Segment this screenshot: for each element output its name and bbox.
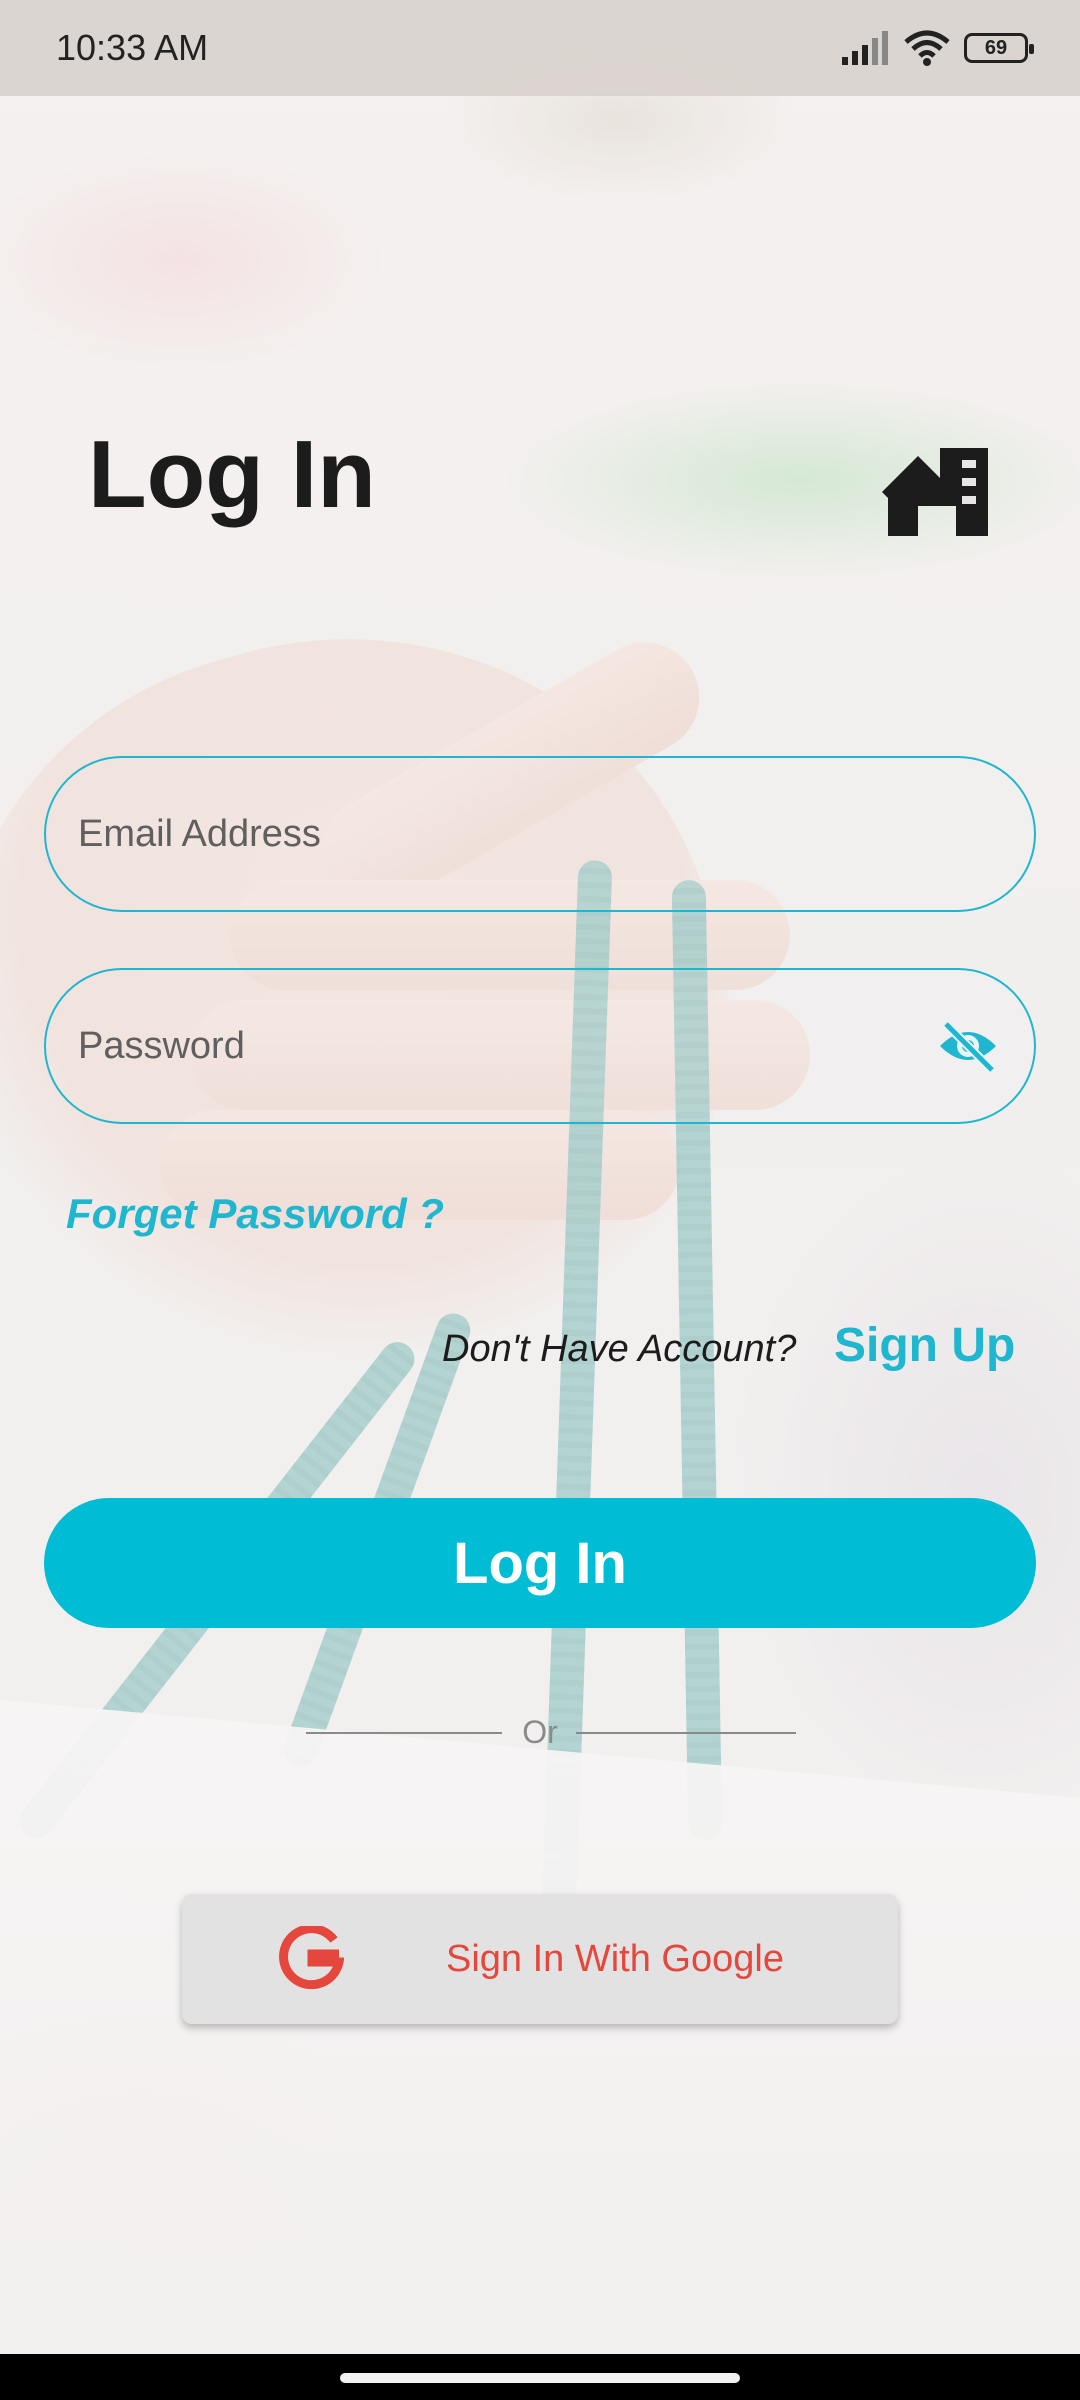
eye-off-icon[interactable] [936, 1018, 1000, 1074]
google-g-icon [279, 1926, 344, 1990]
password-input[interactable] [78, 970, 938, 1122]
status-icons: 69 [840, 30, 1034, 66]
no-account-text: Don't Have Account? [442, 1328, 797, 1370]
login-button[interactable]: Log In [44, 1498, 1036, 1628]
divider-line-left [306, 1732, 502, 1734]
status-bar: 10:33 AM 69 [0, 0, 1080, 96]
signal-icon [842, 31, 888, 65]
or-divider-text: Or [522, 1714, 558, 1750]
battery-level: 69 [984, 36, 1008, 59]
page-title: Log In [88, 421, 376, 528]
forgot-password-link[interactable]: Forget Password ? [66, 1190, 444, 1238]
password-field[interactable] [44, 968, 1036, 1124]
divider-line-right [576, 1732, 796, 1734]
status-time: 10:33 AM [56, 27, 209, 68]
wifi-icon [904, 30, 950, 66]
email-input[interactable] [78, 758, 938, 910]
house-store-icon [882, 448, 988, 536]
home-indicator[interactable] [340, 2373, 740, 2383]
sign-up-link[interactable]: Sign Up [834, 1318, 1015, 1373]
battery-icon: 69 [964, 33, 1034, 63]
google-sign-in-button[interactable]: Sign In With Google [182, 1894, 898, 2024]
email-field[interactable] [44, 756, 1036, 912]
google-sign-in-label: Sign In With Google [446, 1938, 784, 1980]
